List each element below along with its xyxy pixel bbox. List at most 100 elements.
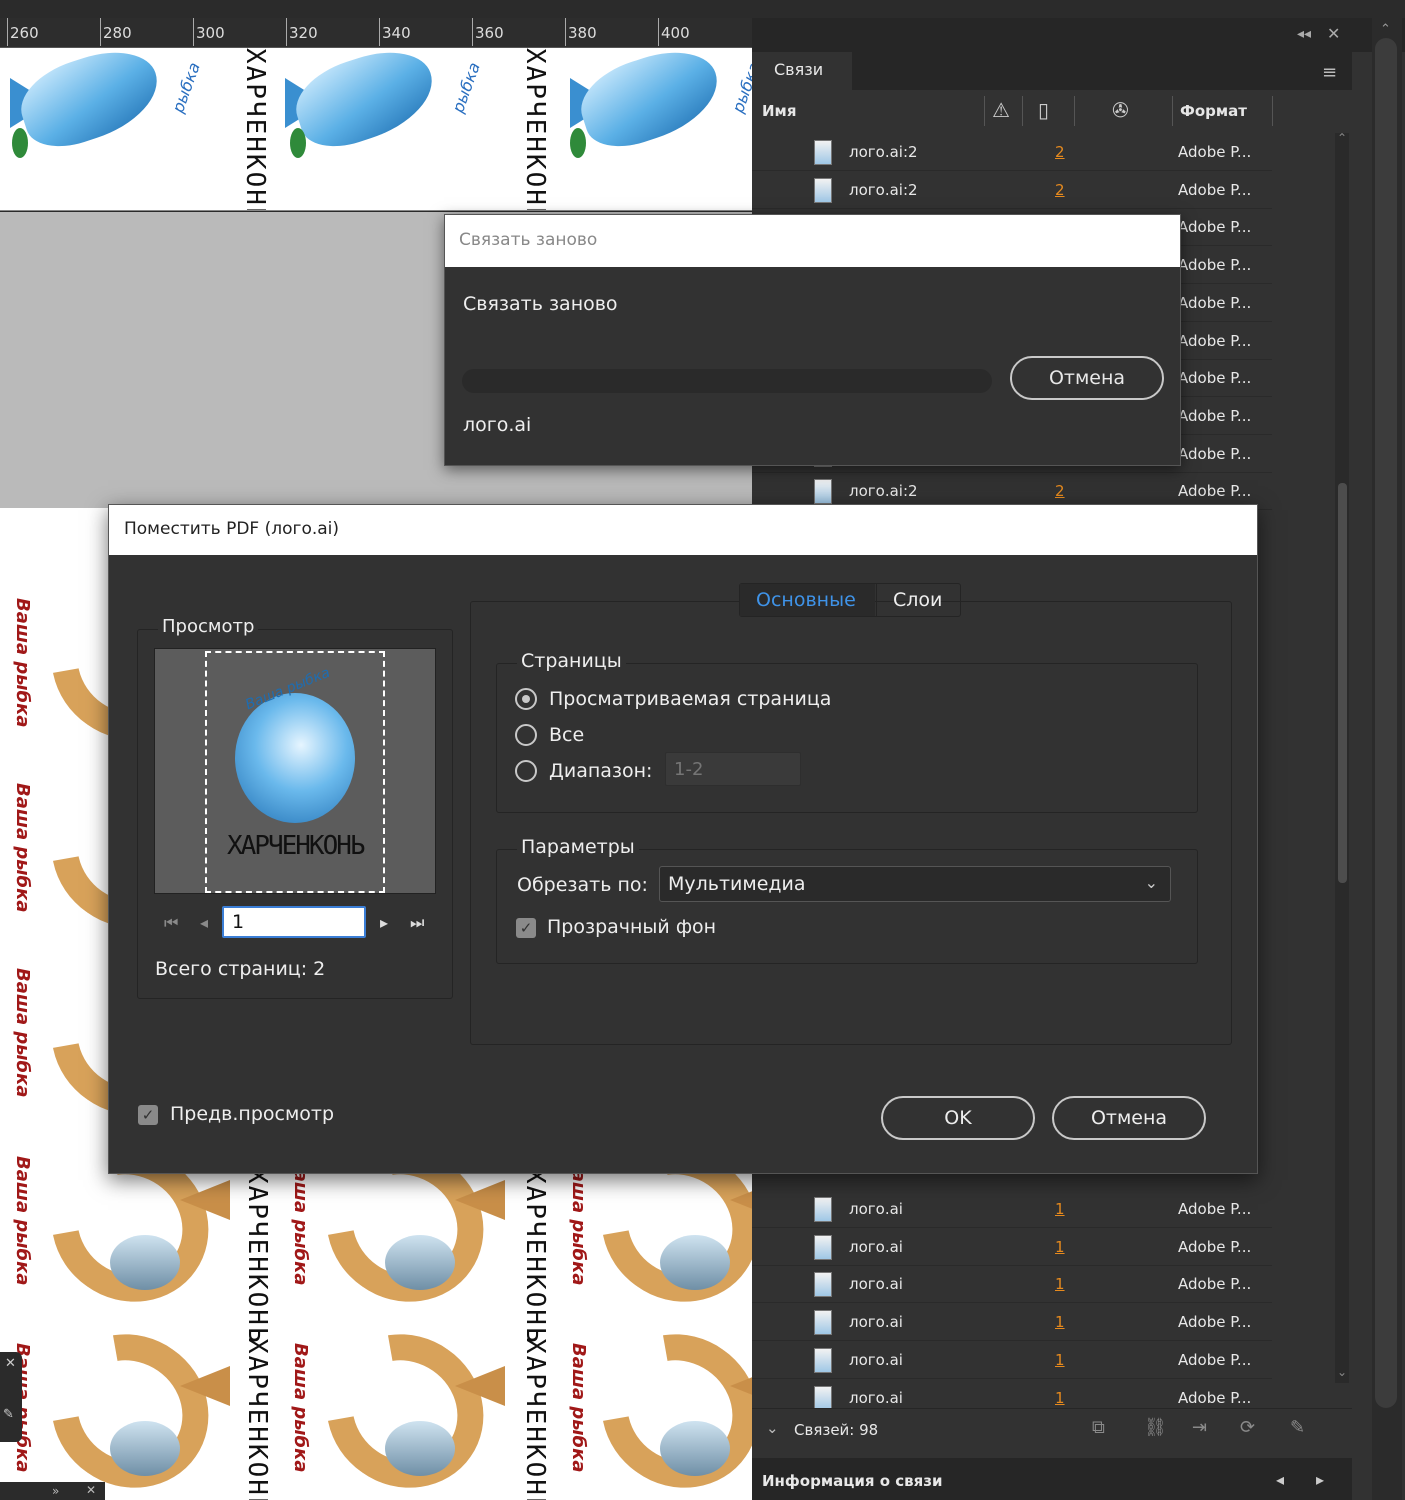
link-name: лого.ai <box>849 1388 903 1407</box>
link-row[interactable]: лого.ai 1 Adobe P... <box>752 1266 1272 1304</box>
expand-icon[interactable]: » <box>52 1484 59 1498</box>
scrollbar-thumb[interactable] <box>1375 38 1397 1408</box>
panel-tab-bar: Связи <box>752 52 1352 90</box>
ruler-tick: 300 <box>193 18 225 46</box>
link-page-number[interactable]: 1 <box>1055 1351 1065 1369</box>
chevron-up-icon[interactable]: ⌃ <box>1337 131 1347 145</box>
color-space-icon[interactable]: ✇ <box>1112 98 1129 122</box>
pen-icon[interactable]: ✎ <box>3 1407 14 1422</box>
red-script-text: Ваша рыбка <box>12 598 33 728</box>
link-page-number[interactable]: 1 <box>1055 1389 1065 1407</box>
transparent-bg-checkbox[interactable]: ✓ <box>516 918 536 938</box>
cancel-button[interactable]: Отмена <box>1052 1096 1206 1140</box>
red-script-text: Ваша рыбка <box>12 783 33 913</box>
show-preview-checkbox[interactable]: ✓ <box>138 1105 158 1125</box>
link-row[interactable]: лого.ai 1 Adobe P... <box>752 1342 1272 1379</box>
ok-button[interactable]: OK <box>881 1096 1035 1140</box>
link-format: Adobe P... <box>1178 218 1252 237</box>
link-page-number[interactable]: 1 <box>1055 1238 1065 1256</box>
ruler-tick: 320 <box>286 18 318 46</box>
prev-arrow-icon[interactable]: ◂ <box>1276 1470 1284 1489</box>
first-page-icon[interactable]: ⏮ <box>164 913 178 933</box>
link-thumbnail <box>814 1197 832 1222</box>
link-page-number[interactable]: 2 <box>1055 181 1065 199</box>
links-scrollbar[interactable]: ⌃ ⌄ <box>1335 131 1349 1383</box>
close-icon[interactable]: ✕ <box>5 1356 16 1371</box>
red-script-text: Ваша рыбка <box>12 1156 33 1286</box>
tab-links[interactable]: Связи <box>752 52 852 90</box>
radio-all-pages[interactable] <box>515 724 537 746</box>
crop-select-value: Мультимедиа <box>668 873 806 895</box>
page-icon[interactable]: ▯ <box>1038 98 1049 122</box>
close-icon[interactable]: ✕ <box>86 1483 96 1497</box>
next-arrow-icon[interactable]: ▸ <box>1316 1470 1324 1489</box>
preview-label: Просмотр <box>158 616 259 637</box>
link-format: Adobe P... <box>1178 331 1252 350</box>
go-to-link-icon[interactable]: ⇥ <box>1192 1417 1216 1441</box>
link-thumbnail <box>814 479 832 505</box>
link-thumbnail <box>814 177 832 203</box>
link-page-number[interactable]: 1 <box>1055 1313 1065 1331</box>
show-preview-label[interactable]: Предв.просмотр <box>170 1103 334 1125</box>
radio-current-page-label[interactable]: Просматриваемая страница <box>549 688 831 710</box>
wordmark-text: ХАРЧЕНКОНЬ <box>240 48 270 211</box>
page-number-input[interactable] <box>222 906 366 938</box>
link-page-number[interactable]: 2 <box>1055 143 1065 161</box>
link-format: Adobe P... <box>1178 256 1252 275</box>
column-format[interactable]: Формат <box>1180 102 1247 120</box>
radio-range-label[interactable]: Диапазон: <box>549 760 652 782</box>
crop-select[interactable]: Мультимедиа ⌄ <box>659 866 1171 902</box>
last-page-icon[interactable]: ⏭ <box>410 913 424 933</box>
link-row[interactable]: лого.ai 1 Adobe P... <box>752 1304 1272 1342</box>
blue-script-text: рыбка <box>168 59 204 116</box>
link-icon[interactable]: ⛓ <box>1144 1417 1168 1441</box>
horizontal-ruler[interactable]: 260 280 300 320 340 360 380 400 <box>0 18 752 48</box>
link-format: Adobe P... <box>1178 1350 1252 1369</box>
warning-icon[interactable]: ⚠ <box>992 98 1010 122</box>
leaf-decoration <box>12 128 28 158</box>
link-info-bar[interactable]: Информация о связи ◂ ▸ <box>752 1458 1352 1500</box>
radio-all-pages-label[interactable]: Все <box>549 724 584 746</box>
column-name[interactable]: Имя <box>762 102 796 120</box>
next-page-icon[interactable]: ▸ <box>380 913 388 932</box>
total-pages: Всего страниц: 2 <box>155 958 326 980</box>
scrollbar-thumb[interactable] <box>1338 483 1347 883</box>
preview-wordmark: ХАРЧЕНКОНЬ <box>227 831 366 861</box>
tab-basic[interactable]: Основные <box>740 584 875 616</box>
cancel-button[interactable]: Отмена <box>1010 356 1164 400</box>
link-page-number[interactable]: 2 <box>1055 482 1065 500</box>
link-name: лого.ai <box>849 1313 903 1332</box>
outer-scrollbar[interactable]: ⌃ <box>1372 18 1402 1500</box>
close-icon[interactable]: ✕ <box>1327 24 1340 43</box>
options-tabs: Основные Слои <box>739 583 961 617</box>
floating-toolbar[interactable]: ✕ ✎ <box>0 1352 22 1442</box>
chevron-down-icon[interactable]: ⌄ <box>766 1419 779 1437</box>
update-link-icon[interactable]: ⟳ <box>1240 1417 1264 1441</box>
radio-current-page[interactable] <box>515 688 537 710</box>
place-pdf-dialog: Поместить PDF (лого.ai) Просмотр Ваша ры… <box>108 504 1258 1174</box>
chevron-up-icon[interactable]: ⌃ <box>1380 22 1391 37</box>
collapse-icon[interactable]: ◂◂ <box>1297 26 1311 42</box>
prev-page-icon[interactable]: ◂ <box>200 913 208 932</box>
preview-group: Просмотр Ваша рыбка ХАРЧЕНКОНЬ ⏮ ◂ ▸ ⏭ В… <box>137 616 453 999</box>
link-row[interactable]: лого.ai:2 2 Adobe P... <box>752 172 1272 209</box>
ruler-tick: 260 <box>7 18 39 46</box>
tab-layers[interactable]: Слои <box>876 584 962 616</box>
edit-original-icon[interactable]: ✎ <box>1290 1417 1314 1441</box>
relink-file-name: лого.ai <box>463 414 532 436</box>
link-name: лого.ai <box>849 1275 903 1294</box>
link-row[interactable]: лого.ai 1 Adobe P... <box>752 1229 1272 1266</box>
chevron-down-icon[interactable]: ⌄ <box>1337 1365 1347 1379</box>
radio-range[interactable] <box>515 760 537 782</box>
bottom-strip[interactable]: » ✕ <box>0 1482 105 1500</box>
link-page-number[interactable]: 1 <box>1055 1275 1065 1293</box>
panel-menu-icon[interactable]: ≡ <box>1322 62 1337 83</box>
document-page-top[interactable]: рыбка ХАРЧЕНКОНЬ рыбка ХАРЧЕНКОНЬ рыбка <box>0 48 752 211</box>
ruler-tick: 280 <box>100 18 132 46</box>
link-page-number[interactable]: 1 <box>1055 1200 1065 1218</box>
link-row[interactable]: лого.ai:2 2 Adobe P... <box>752 134 1272 171</box>
link-row[interactable]: лого.ai 1 Adobe P... <box>752 1191 1272 1228</box>
relink-folder-icon[interactable]: ⧉ <box>1092 1417 1116 1441</box>
transparent-bg-label[interactable]: Прозрачный фон <box>547 916 716 938</box>
range-input[interactable] <box>665 752 801 786</box>
